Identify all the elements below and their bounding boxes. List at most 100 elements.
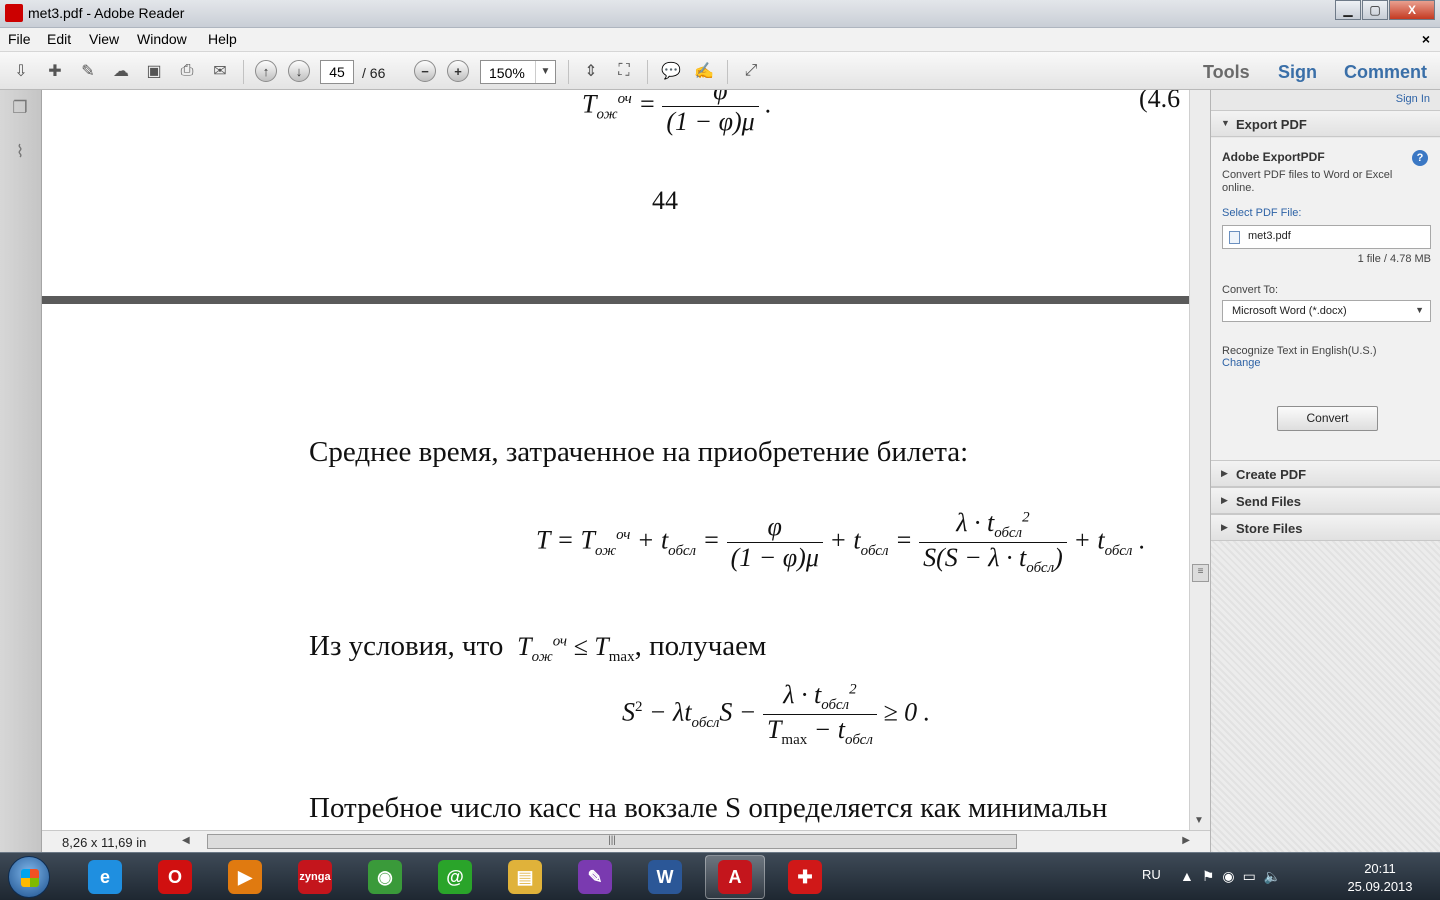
horizontal-scrollbar-thumb[interactable]: ||| xyxy=(207,834,1017,849)
store-files-header[interactable]: ▶ Store Files xyxy=(1211,514,1440,541)
inline-formula: Tожоч ≤ Tmax xyxy=(517,632,635,666)
expand-triangle-icon: ▶ xyxy=(1221,522,1228,532)
section-label: Create PDF xyxy=(1236,467,1307,482)
taskbar-file-explorer[interactable]: ▤ xyxy=(495,855,555,899)
save-icon[interactable]: ▣ xyxy=(143,60,165,82)
file-info: 1 file / 4.78 MB xyxy=(1357,253,1431,265)
edit-icon[interactable]: ✎ xyxy=(77,60,99,82)
internet-explorer-icon: e xyxy=(88,860,122,894)
taskbar-media-player[interactable]: ▶ xyxy=(215,855,275,899)
zoom-select[interactable]: 150% ▼ xyxy=(480,60,556,84)
vertical-scrollbar[interactable]: ≡ ▼ xyxy=(1189,90,1210,830)
scrollbar-thumb[interactable]: ≡ xyxy=(1192,564,1209,582)
export-pdf-header[interactable]: ▼ Export PDF xyxy=(1211,110,1440,137)
tab-sign[interactable]: Sign xyxy=(1278,62,1317,83)
create-pdf-header[interactable]: ▶ Create PDF xyxy=(1211,460,1440,487)
scrolling-mode-icon[interactable]: ⇕ xyxy=(580,60,602,82)
close-button[interactable]: X xyxy=(1389,0,1435,20)
convert-button[interactable]: Convert xyxy=(1277,406,1378,431)
paragraph-suffix: , получаем xyxy=(634,630,767,662)
taskbar-zynga[interactable]: zynga xyxy=(285,855,345,899)
open-icon[interactable]: ⇩ xyxy=(10,60,32,82)
minimize-button[interactable]: ▁ xyxy=(1335,0,1361,20)
file-name: met3.pdf xyxy=(1248,230,1291,242)
start-button[interactable] xyxy=(8,856,50,898)
section-label: Store Files xyxy=(1236,521,1303,536)
attachments-icon[interactable]: ⌇ xyxy=(9,142,31,164)
collapse-triangle-icon: ▼ xyxy=(1221,118,1230,128)
scroll-right-icon[interactable]: ▶ xyxy=(1182,835,1190,846)
document-view[interactable]: Tожоч = φ (1 − φ)μ . (4.6 44 Среднее врем… xyxy=(42,90,1189,830)
page-thumbnails-icon[interactable]: ❐ xyxy=(9,98,31,120)
taskbar-mail-agent[interactable]: @ xyxy=(425,855,485,899)
close-document-icon[interactable]: × xyxy=(1422,31,1430,47)
menu-help[interactable]: Help xyxy=(208,31,237,47)
next-page-icon[interactable]: ↓ xyxy=(288,60,310,82)
menu-file[interactable]: File xyxy=(8,31,31,47)
previous-page-icon[interactable]: ↑ xyxy=(255,60,277,82)
toolbar: ⇩ ✚ ✎ ☁ ▣ ⎙ ✉ ↑ ↓ 45 / 66 − + 150% ▼ ⇕ ⛶… xyxy=(0,52,1440,90)
clock[interactable]: 20:11 25.09.2013 xyxy=(1340,860,1420,896)
taskbar-internet-explorer[interactable]: e xyxy=(75,855,135,899)
menu-view[interactable]: View xyxy=(89,31,119,47)
chevron-down-icon[interactable]: ▼ xyxy=(535,61,555,83)
tab-comment[interactable]: Comment xyxy=(1344,62,1427,83)
full-screen-icon[interactable]: ⤢ xyxy=(740,60,762,82)
maximize-button[interactable]: ▢ xyxy=(1362,0,1388,20)
section-label: Export PDF xyxy=(1236,117,1307,132)
highlight-icon[interactable]: ✍ xyxy=(693,60,715,82)
help-icon[interactable]: ? xyxy=(1412,150,1428,166)
file-explorer-icon: ▤ xyxy=(508,860,542,894)
taskbar-rescue-app[interactable]: ✚ xyxy=(775,855,835,899)
formula-fragment: Tожоч = φ (1 − φ)μ . xyxy=(582,90,772,137)
taskbar-adobe-reader[interactable]: A xyxy=(705,855,765,899)
print-icon[interactable]: ⎙ xyxy=(176,60,198,82)
title-bar: met3.pdf - Adobe Reader ▁ ▢ X xyxy=(0,0,1440,28)
onenote-icon: ✎ xyxy=(578,860,612,894)
convert-to-label: Convert To: xyxy=(1222,284,1279,296)
pdf-file-field[interactable]: met3.pdf xyxy=(1222,225,1431,249)
scroll-left-icon[interactable]: ◀ xyxy=(182,835,190,846)
paragraph-condition: Из условия, что Tожоч ≤ Tmax, получаем xyxy=(309,630,766,666)
paragraph-prefix: Из условия, что xyxy=(309,630,504,662)
taskbar-opera[interactable]: O xyxy=(145,855,205,899)
taskbar-onenote[interactable]: ✎ xyxy=(565,855,625,899)
sign-in-link[interactable]: Sign In xyxy=(1396,93,1430,105)
taskbar-chrome[interactable]: ◉ xyxy=(355,855,415,899)
select-file-label: Select PDF File: xyxy=(1222,207,1302,219)
export-pdf-section: Adobe ExportPDF ? Convert PDF files to W… xyxy=(1211,138,1440,460)
export-title: Adobe ExportPDF xyxy=(1222,150,1325,164)
media-player-icon: ▶ xyxy=(228,860,262,894)
chrome-icon: ◉ xyxy=(368,860,402,894)
scroll-down-icon[interactable]: ▼ xyxy=(1194,815,1204,826)
comment-bubble-icon[interactable]: 💬 xyxy=(660,60,682,82)
system-tray[interactable]: ▲⚑◉▭🔈 xyxy=(1180,868,1289,885)
tab-tools[interactable]: Tools xyxy=(1203,62,1250,83)
taskbar-word[interactable]: W xyxy=(635,855,695,899)
window-controls: ▁ ▢ X xyxy=(1334,0,1435,22)
menu-window[interactable]: Window xyxy=(137,31,187,47)
menu-edit[interactable]: Edit xyxy=(47,31,71,47)
send-files-header[interactable]: ▶ Send Files xyxy=(1211,487,1440,514)
panel-empty-area xyxy=(1211,541,1440,852)
clock-time: 20:11 xyxy=(1364,861,1396,876)
selected-format: Microsoft Word (*.docx) xyxy=(1232,305,1347,317)
zoom-out-icon[interactable]: − xyxy=(414,60,436,82)
convert-format-select[interactable]: Microsoft Word (*.docx) ▼ xyxy=(1222,300,1431,322)
page-number-input[interactable]: 45 xyxy=(320,60,354,84)
create-pdf-icon[interactable]: ✚ xyxy=(44,60,66,82)
zynga-icon: zynga xyxy=(298,860,332,894)
adobe-reader-icon xyxy=(5,4,23,22)
zoom-in-icon[interactable]: + xyxy=(447,60,469,82)
formula-inequality: S2 − λtобслS − λ · tобсл2 Tmax − tобсл ≥ … xyxy=(622,680,931,749)
upload-icon[interactable]: ☁ xyxy=(110,60,132,82)
expand-triangle-icon: ▶ xyxy=(1221,495,1228,505)
expand-triangle-icon: ▶ xyxy=(1221,468,1228,478)
email-icon[interactable]: ✉ xyxy=(209,60,231,82)
toolbar-divider xyxy=(727,60,728,84)
language-indicator[interactable]: RU xyxy=(1142,867,1161,882)
status-bar: 8,26 x 11,69 in ◀ ||| ▶ xyxy=(42,830,1210,852)
file-icon xyxy=(1229,231,1240,244)
fit-page-icon[interactable]: ⛶ xyxy=(613,60,635,82)
change-link[interactable]: Change xyxy=(1222,357,1261,369)
